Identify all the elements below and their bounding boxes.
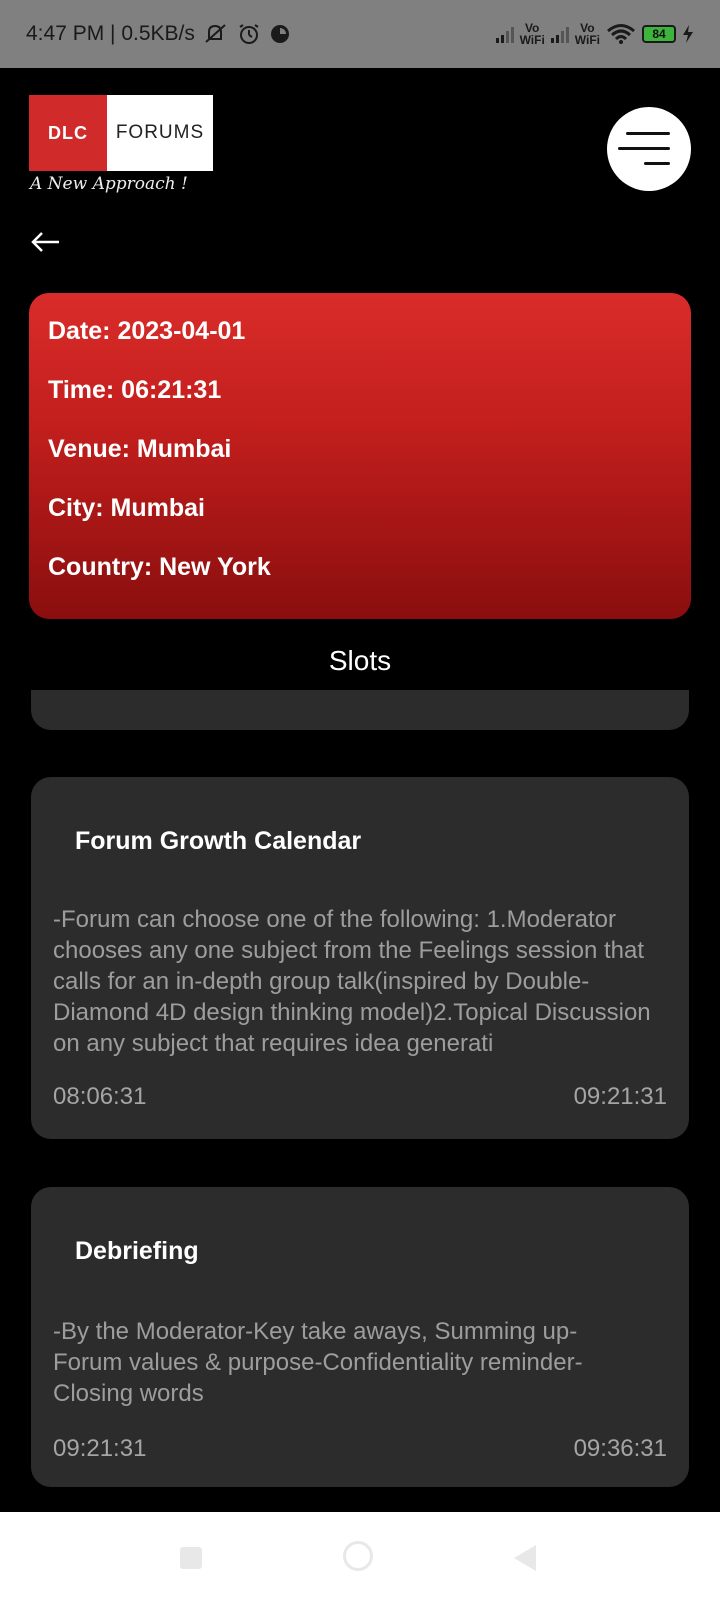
alarm-icon [239, 24, 259, 44]
slot-title: Forum Growth Calendar [75, 827, 362, 855]
slot-description: -By the Moderator-Key take aways, Summin… [53, 1318, 583, 1407]
battery-icon: 84 [642, 25, 676, 43]
wifi-icon [607, 24, 635, 44]
slot-card[interactable]: Debriefing -By the Moderator-Key take aw… [31, 1187, 689, 1487]
system-nav-bar [0, 1512, 720, 1600]
back-nav-button[interactable] [514, 1545, 536, 1571]
slot-card[interactable]: Forum Growth Calendar -Forum can choose … [31, 777, 689, 1139]
signal-icon [495, 25, 514, 43]
vowifi-label-2: Vo WiFi [574, 21, 600, 47]
slots-heading: Slots [328, 645, 392, 676]
dlc-forums-logo: DLC FORUMS [29, 95, 213, 171]
data-saver-icon [270, 25, 289, 43]
back-button[interactable] [29, 225, 63, 259]
home-button[interactable] [343, 1541, 373, 1571]
event-venue: Venue: Mumbai [48, 435, 232, 463]
slot-end-time: 09:36:31 [573, 1435, 667, 1462]
slot-description: -Forum can choose one of the following: … [53, 906, 651, 1057]
event-country: Country: New York [48, 553, 271, 581]
charging-icon [683, 25, 693, 43]
arrow-left-icon [31, 232, 59, 252]
event-time: Time: 06:21:31 [48, 376, 222, 404]
recents-button[interactable] [180, 1547, 202, 1569]
status-bar: 4:47 PM | 0.5KB/s Vo WiFi Vo WiFi 84 [0, 0, 720, 68]
signal-icon-2 [550, 25, 569, 43]
slot-card-partial[interactable] [31, 690, 689, 730]
logo-forums-text: FORUMS [115, 122, 205, 143]
event-info-card: Date: 2023-04-01 Time: 06:21:31 Venue: M… [29, 293, 691, 619]
menu-button[interactable] [607, 107, 691, 191]
status-time: 4:47 PM | 0.5KB/s [26, 22, 195, 45]
mute-icon [205, 24, 226, 43]
event-date: Date: 2023-04-01 [48, 317, 246, 345]
slot-start-time: 09:21:31 [53, 1435, 147, 1462]
event-city: City: Mumbai [48, 494, 205, 522]
logo-dlc-text: DLC [48, 122, 88, 143]
logo-tagline: A New Approach ! [30, 174, 188, 194]
vowifi-label-1: Vo WiFi [519, 21, 545, 47]
slot-title: Debriefing [75, 1237, 199, 1265]
slot-end-time: 09:21:31 [573, 1083, 667, 1110]
slot-start-time: 08:06:31 [53, 1083, 147, 1110]
